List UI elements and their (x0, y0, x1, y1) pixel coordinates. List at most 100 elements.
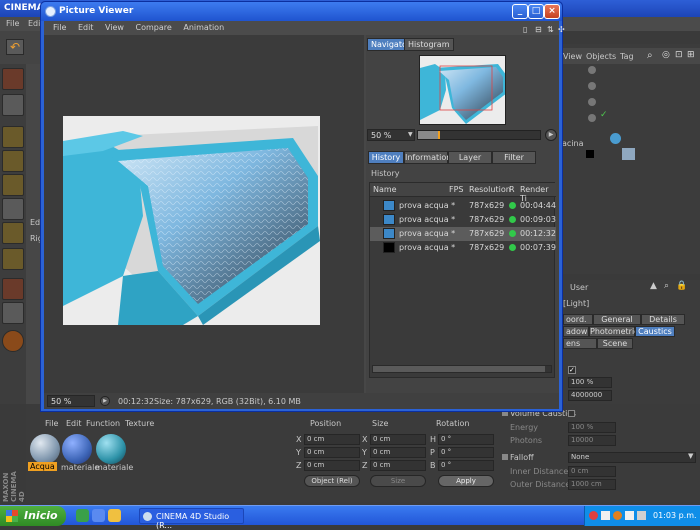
polygon-mode-icon[interactable] (2, 222, 24, 244)
tab-histogram[interactable]: Histogram (404, 38, 454, 51)
size-mode-dropdown[interactable]: Size (370, 475, 426, 487)
status-zoom-field[interactable]: 50 % (47, 395, 95, 407)
position-x-input[interactable]: 0 cm (304, 434, 360, 445)
taskbar-c4d-button[interactable]: CINEMA 4D Studio (R... (139, 508, 244, 530)
material-ball-acqua[interactable] (30, 434, 60, 464)
checker-icon[interactable] (2, 278, 24, 300)
search-icon[interactable]: ⌕ (647, 50, 653, 61)
pv-menu-view[interactable]: View (105, 23, 124, 32)
position-z-input[interactable]: 0 cm (304, 460, 360, 471)
play-icon[interactable]: ▶ (100, 396, 110, 406)
pv-menu-file[interactable]: File (53, 23, 66, 32)
dropdown-arrow-icon[interactable]: ▼ (688, 452, 693, 460)
material-label-2[interactable]: materiale (61, 463, 99, 472)
visibility-dot-icon[interactable] (588, 66, 596, 74)
pv-menu-compare[interactable]: Compare (136, 23, 172, 32)
tab-layer[interactable]: Layer (448, 151, 492, 164)
zoom-slider-handle[interactable] (438, 131, 440, 139)
expand-icon[interactable]: ✣ (558, 23, 565, 37)
col-resolution[interactable]: Resolution (469, 185, 511, 194)
visibility-dot-icon[interactable] (588, 114, 596, 122)
history-row[interactable]: prova acqua * 787x629 00:07:39 (370, 241, 556, 255)
inner-distance-input[interactable]: 0 cm (568, 466, 616, 477)
caustics-energy-input[interactable]: 100 % (568, 377, 612, 388)
tray-icon-2[interactable] (601, 511, 610, 520)
point-mode-icon[interactable] (2, 174, 24, 196)
obj-tab-tags[interactable]: Tag (620, 52, 634, 61)
rotation-p-input[interactable]: 0 ° (438, 447, 494, 458)
volume-caustics-checkbox[interactable] (568, 410, 575, 417)
volume-icon[interactable] (637, 511, 646, 520)
attr-tab-general[interactable]: General (593, 314, 641, 325)
snap-icon[interactable] (2, 302, 24, 324)
material-label-acqua[interactable]: Acqua (28, 462, 57, 471)
lock-icon[interactable]: ⊡ (675, 50, 683, 60)
axis-tool-icon[interactable] (2, 126, 24, 148)
tab-history[interactable]: History (368, 151, 404, 164)
falloff-dropdown[interactable]: None (568, 452, 696, 463)
attr-tab-details[interactable]: Details (641, 314, 685, 325)
scale-tool-icon[interactable] (2, 94, 24, 116)
position-y-input[interactable]: 0 cm (304, 447, 360, 458)
minimize-icon[interactable]: _ (512, 4, 528, 19)
picture-viewer-titlebar[interactable]: Picture Viewer (41, 2, 562, 21)
dropdown-arrow-icon[interactable]: ▼ (408, 131, 413, 138)
history-row[interactable]: prova acqua * 787x629 00:12:32 (370, 227, 556, 241)
outer-distance-input[interactable]: 1000 cm (568, 479, 616, 490)
visibility-dot-icon[interactable] (588, 82, 596, 90)
attr-tab-coord[interactable]: oord. (563, 314, 593, 325)
visibility-dot-icon[interactable] (588, 98, 596, 106)
find-icon[interactable]: ◎ (662, 50, 670, 60)
material-tag-icon[interactable] (586, 150, 594, 158)
zoom-slider[interactable] (417, 130, 541, 140)
history-row[interactable]: prova acqua * 787x629 00:04:44 (370, 199, 556, 213)
maximize-icon[interactable]: □ (528, 4, 544, 19)
attr-user-tab[interactable]: User (570, 283, 588, 292)
search-icon[interactable]: ⌕ (664, 281, 669, 291)
rotation-h-input[interactable]: 0 ° (438, 434, 494, 445)
object-name[interactable]: acina (562, 139, 584, 148)
tab-information[interactable]: Information (404, 151, 451, 164)
caustics-photons-input[interactable]: 4000000 (568, 390, 612, 401)
mat-menu-texture[interactable]: Texture (125, 419, 154, 428)
image-viewport[interactable] (44, 35, 364, 393)
expand-icon[interactable]: ⊞ (687, 50, 695, 60)
photons-input[interactable]: 10000 (568, 435, 616, 446)
mat-menu-file[interactable]: File (45, 419, 58, 428)
mat-menu-function[interactable]: Function (86, 419, 120, 428)
rotation-b-input[interactable]: 0 ° (438, 460, 494, 471)
tray-icon-3[interactable] (613, 511, 622, 520)
c4d-menu-file[interactable]: File (6, 19, 19, 28)
lock-icon[interactable]: 🔒 (676, 281, 687, 291)
edge-mode-icon[interactable] (2, 198, 24, 220)
attr-tab-photometric[interactable]: Photometric (589, 326, 639, 337)
surface-caustics-checkbox[interactable]: ✓ (568, 366, 576, 374)
energy-input[interactable]: 100 % (568, 422, 616, 433)
col-r[interactable]: R (509, 185, 515, 194)
texture-mode-icon[interactable] (2, 248, 24, 270)
undo-icon[interactable]: ↶ (6, 39, 24, 55)
obj-tab-objects[interactable]: Objects (586, 52, 616, 61)
attr-tab-scene[interactable]: Scene (597, 338, 633, 349)
apply-button[interactable]: Apply (438, 475, 494, 487)
pv-menu-animation[interactable]: Animation (183, 23, 224, 32)
history-row[interactable]: prova acqua * 787x629 00:09:03 (370, 213, 556, 227)
material-ball-3[interactable] (96, 434, 126, 464)
arrow-up-icon[interactable]: ▲ (650, 281, 657, 291)
navigator-preview[interactable] (419, 55, 506, 125)
move-tool-icon[interactable] (2, 68, 24, 90)
material-ball-2[interactable] (62, 434, 92, 464)
col-fps[interactable]: FPS (449, 185, 464, 194)
texture-tag-icon[interactable] (622, 148, 635, 160)
obj-tab-view[interactable]: View (563, 52, 582, 61)
size-y-input[interactable]: 0 cm (370, 447, 426, 458)
desktop-icon[interactable] (92, 509, 105, 522)
attr-tab-lens[interactable]: ens (563, 338, 597, 349)
col-name[interactable]: Name (373, 185, 397, 194)
light-object-icon[interactable] (610, 133, 621, 144)
material-label-3[interactable]: materiale (95, 463, 133, 472)
mat-menu-edit[interactable]: Edit (66, 419, 82, 428)
tray-icon-1[interactable] (589, 511, 598, 520)
network-icon[interactable] (625, 511, 634, 520)
tab-filter[interactable]: Filter (492, 151, 536, 164)
